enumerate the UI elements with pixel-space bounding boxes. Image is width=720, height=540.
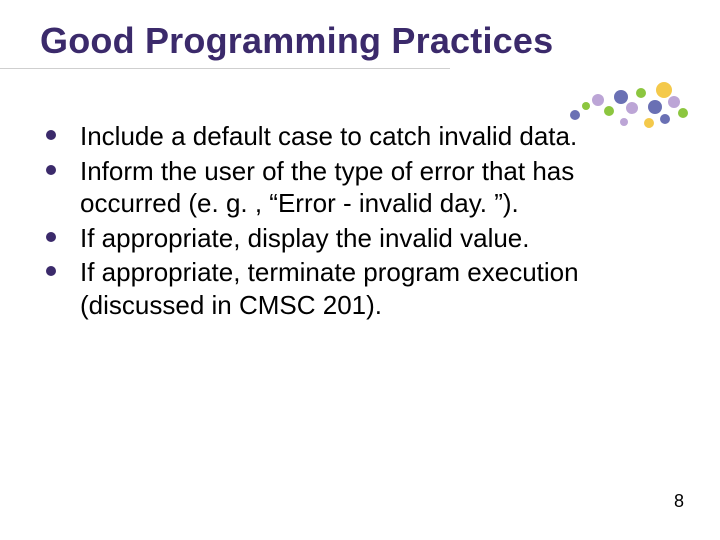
deco-dot (678, 108, 688, 118)
deco-dot (636, 88, 646, 98)
bullet-item: If appropriate, display the invalid valu… (44, 222, 664, 255)
deco-dot (570, 110, 580, 120)
slide-title: Good Programming Practices (40, 20, 553, 62)
deco-dot (614, 90, 628, 104)
slide-body: Include a default case to catch invalid … (44, 120, 664, 323)
bullet-list: Include a default case to catch invalid … (44, 120, 664, 321)
deco-dot (582, 102, 590, 110)
deco-dot (648, 100, 662, 114)
bullet-item: Inform the user of the type of error tha… (44, 155, 664, 220)
deco-dot (626, 102, 638, 114)
deco-dot (592, 94, 604, 106)
page-number: 8 (674, 491, 684, 512)
deco-dot (604, 106, 614, 116)
deco-dot (668, 96, 680, 108)
title-underline (0, 68, 450, 69)
bullet-item: Include a default case to catch invalid … (44, 120, 664, 153)
bullet-item: If appropriate, terminate program execut… (44, 256, 664, 321)
deco-dot (656, 82, 672, 98)
